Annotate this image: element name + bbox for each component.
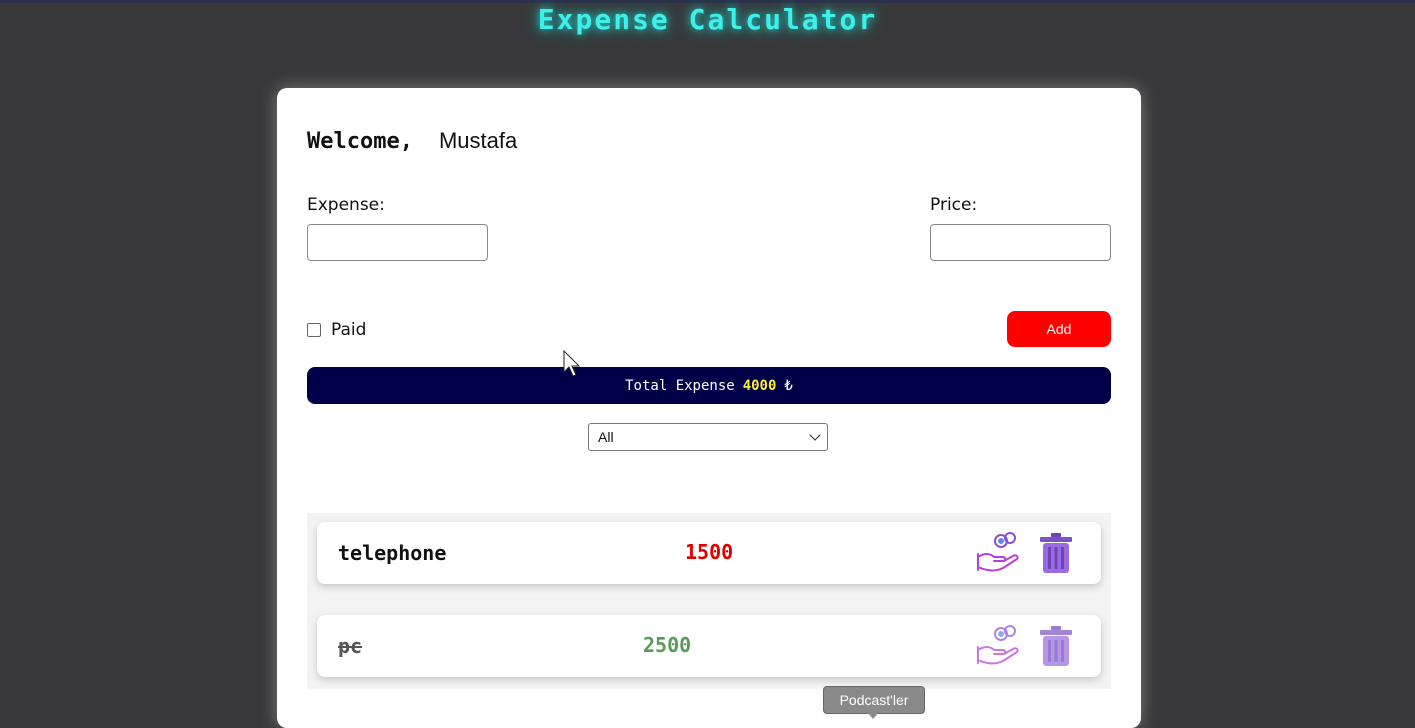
- filter-select[interactable]: All: [588, 423, 828, 451]
- list-item: telephone 1500: [317, 522, 1101, 584]
- price-label: Price:: [930, 195, 978, 215]
- paid-label: Paid: [331, 320, 367, 340]
- welcome-message: Welcome, Mustafa: [307, 128, 517, 154]
- hand-coin-icon[interactable]: [975, 623, 1021, 669]
- currency-symbol: ₺: [784, 377, 793, 394]
- dock-tooltip: Podcast'ler: [823, 686, 925, 714]
- item-price: 2500: [643, 633, 692, 657]
- expense-label: Expense:: [307, 195, 385, 215]
- expense-card: Welcome, Mustafa Expense: Price: Paid Add…: [277, 88, 1141, 728]
- total-expense-bar: Total Expense 4000 ₺: [307, 367, 1111, 404]
- mouse-cursor-icon: [563, 350, 581, 377]
- item-name: pc: [338, 634, 363, 658]
- app-title: Expense Calculator: [537, 3, 878, 36]
- expense-input[interactable]: [307, 224, 488, 261]
- hand-coin-icon[interactable]: [975, 530, 1021, 576]
- total-label: Total Expense: [625, 377, 735, 394]
- price-input[interactable]: [930, 224, 1111, 261]
- tooltip-arrow: [867, 712, 879, 719]
- item-name: telephone: [338, 541, 447, 565]
- item-price: 1500: [685, 540, 734, 564]
- total-value: 4000: [742, 377, 777, 394]
- trash-icon[interactable]: [1039, 532, 1073, 574]
- welcome-greeting: Welcome,: [307, 129, 413, 154]
- filter-selected: All: [598, 429, 614, 445]
- paid-row: Paid: [307, 320, 366, 340]
- username: Mustafa: [438, 128, 518, 153]
- trash-icon[interactable]: [1039, 625, 1073, 667]
- expense-list: telephone 1500 pc 2500: [307, 513, 1111, 689]
- add-button[interactable]: Add: [1007, 311, 1111, 347]
- paid-checkbox[interactable]: [307, 323, 321, 337]
- list-item: pc 2500: [317, 615, 1101, 677]
- chevron-down-icon: [809, 429, 821, 441]
